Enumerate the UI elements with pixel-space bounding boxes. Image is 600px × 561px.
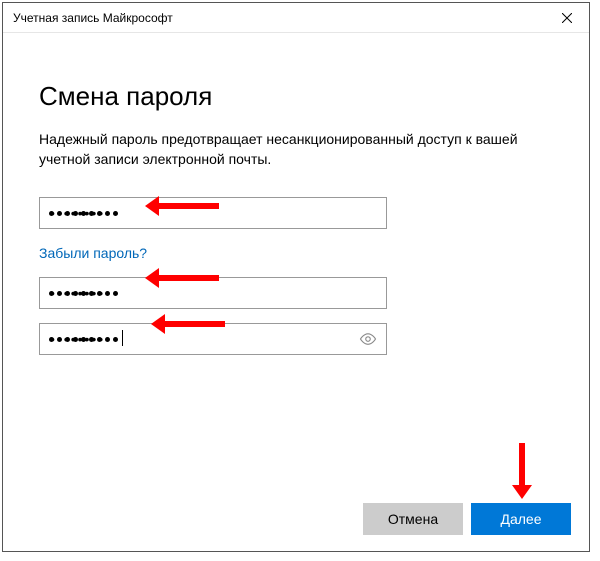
new-password-input[interactable]: [39, 277, 387, 309]
dialog-window: Учетная запись Майкрософт Смена пароля Н…: [2, 2, 590, 552]
arrow-annotation-next: [519, 443, 525, 485]
new-password-row: [39, 277, 553, 309]
content-area: Смена пароля Надежный пароль предотвраща…: [3, 33, 589, 355]
next-button[interactable]: Далее: [471, 503, 571, 535]
confirm-password-row: [39, 323, 553, 355]
description-text: Надежный пароль предотвращает несанкцион…: [39, 130, 553, 169]
forgot-password-link[interactable]: Забыли пароль?: [39, 245, 147, 261]
footer-buttons: Отмена Далее: [363, 503, 571, 535]
current-password-row: [39, 197, 553, 229]
close-button[interactable]: [544, 3, 589, 33]
page-heading: Смена пароля: [39, 81, 553, 112]
reveal-password-icon[interactable]: [359, 330, 377, 353]
window-title: Учетная запись Майкрософт: [13, 11, 544, 25]
confirm-password-input[interactable]: [39, 323, 387, 355]
cancel-button[interactable]: Отмена: [363, 503, 463, 535]
current-password-input[interactable]: [39, 197, 387, 229]
close-icon: [562, 13, 572, 23]
titlebar: Учетная запись Майкрософт: [3, 3, 589, 33]
